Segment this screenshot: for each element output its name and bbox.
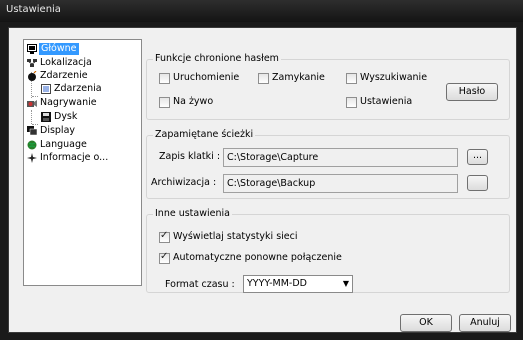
saved-paths-group: Zapamiętane ścieżki Zapis klatki : C:\St… <box>146 129 510 199</box>
checkbox-box[interactable] <box>159 73 170 84</box>
time-format-select[interactable]: YYYY-MM-DD ▼ <box>243 275 353 293</box>
checkbox-label: Automatyczne ponowne połączenie <box>173 252 342 263</box>
tree-item-label: Dysk <box>54 111 78 122</box>
snapshot-path-label: Zapis klatki : <box>159 151 221 162</box>
bomb-icon <box>27 70 37 81</box>
other-settings-group: Inne ustawienia Wyświetlaj statystyki si… <box>146 208 510 293</box>
tree-item-label: Language <box>40 139 87 150</box>
time-format-value: YYYY-MM-DD <box>247 278 307 289</box>
tree-item-label: Display <box>40 125 76 136</box>
tree-item-label: Główne <box>39 43 79 55</box>
password-functions-group: Funkcje chronione hasłem Uruchomienie Za… <box>146 53 510 120</box>
checkbox-box[interactable] <box>159 251 170 264</box>
archive-path-label: Archiwizacja : <box>151 177 217 188</box>
window-title: Ustawienia <box>6 4 61 15</box>
settings-window: Ustawienia Główne Lokalizacja Zdarzenie … <box>0 0 523 340</box>
checkbox-label: Uruchomienie <box>173 72 240 83</box>
ok-button[interactable]: OK <box>400 314 452 332</box>
checkbox-box[interactable] <box>346 97 357 108</box>
network-icon <box>27 58 37 68</box>
cancel-button[interactable]: Anuluj <box>459 314 511 332</box>
chevron-down-icon: ▼ <box>342 279 349 288</box>
snapshot-path-field[interactable]: C:\Storage\Capture <box>223 148 458 167</box>
archive-path-field[interactable]: C:\Storage\Backup <box>223 174 458 193</box>
tree-item-label: Zdarzenia <box>54 83 102 94</box>
tree-item-label: Zdarzenie <box>40 70 88 81</box>
title-bar[interactable]: Ustawienia <box>0 0 523 22</box>
tree-item-label: Lokalizacja <box>40 57 92 68</box>
checkbox-label: Zamykanie <box>272 72 325 83</box>
checkbox-label: Ustawienia <box>360 96 413 107</box>
checkbox-label: Wyświetlaj statystyki sieci <box>173 231 298 242</box>
tree-item-label: Nagrywanie <box>40 97 97 108</box>
group-title: Inne ustawienia <box>153 208 232 219</box>
password-button[interactable]: Hasło <box>446 83 498 101</box>
display-icon <box>27 126 38 136</box>
monitor-icon <box>27 44 37 54</box>
time-format-label: Format czasu : <box>165 279 235 290</box>
checkbox-label: Wyszukiwanie <box>360 72 428 83</box>
checkbox-box[interactable] <box>346 73 357 84</box>
record-icon <box>27 98 37 108</box>
group-title: Zapamiętane ścieżki <box>153 129 256 140</box>
dialog-body: Główne Lokalizacja Zdarzenie Zdarzenia N… <box>8 27 517 333</box>
group-title: Funkcje chronione hasłem <box>153 53 281 64</box>
tree-item-label: Informacje o... <box>40 152 109 163</box>
browse-snapshot-button[interactable]: ... <box>467 149 488 165</box>
checkbox-box[interactable] <box>258 73 269 84</box>
settings-tree: Główne Lokalizacja Zdarzenie Zdarzenia N… <box>23 39 142 286</box>
info-icon <box>27 153 37 163</box>
event-list-icon <box>41 84 51 94</box>
checkbox-box[interactable] <box>159 97 170 108</box>
browse-archive-button[interactable] <box>467 175 488 191</box>
disk-icon <box>41 112 51 122</box>
checkbox-label: Na żywo <box>173 96 214 107</box>
checkbox-box[interactable] <box>159 230 170 243</box>
globe-icon <box>27 140 37 150</box>
